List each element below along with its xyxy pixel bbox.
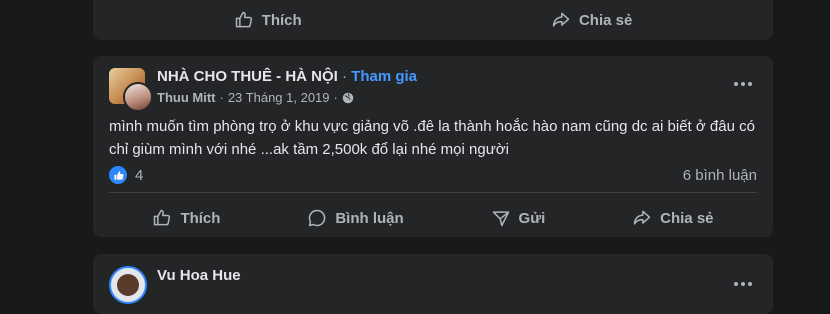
like-button[interactable]: Thích <box>222 2 314 38</box>
group-name-link[interactable]: NHÀ CHO THUÊ - HÀ NỘI <box>157 68 338 85</box>
author-name-link[interactable]: Thuu Mitt <box>157 90 215 105</box>
like-icon <box>235 11 252 28</box>
next-post-card: Vu Hoa Hue <box>93 254 773 314</box>
more-dot <box>748 82 752 86</box>
next-author-avatar[interactable] <box>109 266 147 304</box>
like-reaction-icon <box>109 166 127 184</box>
post-meta: Thuu Mitt · 23 Tháng 1, 2019 · <box>157 90 354 105</box>
send-icon <box>492 211 509 227</box>
post-body-text: mình muốn tìm phòng trọ ở khu vực giảng … <box>109 118 755 158</box>
like-button[interactable]: Thích <box>140 200 232 236</box>
more-dot <box>734 82 738 86</box>
meta-separator: · <box>219 90 224 105</box>
share-button[interactable]: Chia sẻ <box>620 200 725 236</box>
more-dot <box>741 82 745 86</box>
share-label: Chia sẻ <box>578 11 633 29</box>
meta-separator-2: · <box>333 90 338 105</box>
action-divider <box>109 192 757 193</box>
share-button[interactable]: Chia sẻ <box>539 2 644 38</box>
share-icon <box>633 210 651 225</box>
previous-post-actions: Thích Chia sẻ <box>109 2 757 38</box>
post-options-button[interactable] <box>731 74 755 94</box>
next-post-options-button[interactable] <box>731 274 755 294</box>
post-actions: Thích Bình luận Gửi Chia sẻ <box>109 200 757 236</box>
comment-button[interactable]: Bình luận <box>295 200 415 236</box>
globe-icon <box>342 92 354 103</box>
join-group-link[interactable]: Tham gia <box>351 68 417 85</box>
reaction-count: 4 <box>135 166 144 184</box>
previous-post-card: Thích Chia sẻ <box>93 0 773 40</box>
comment-icon <box>309 209 326 227</box>
avatar-photo <box>117 274 139 296</box>
comment-label: Bình luận <box>335 209 404 227</box>
comments-count-link[interactable]: 6 bình luận <box>683 167 757 184</box>
send-button[interactable]: Gửi <box>479 200 558 236</box>
author-avatar[interactable] <box>123 82 153 112</box>
header-separator: · <box>342 68 347 85</box>
next-author-name-link[interactable]: Vu Hoa Hue <box>157 267 241 284</box>
share-label: Chia sẻ <box>660 209 714 227</box>
post-header-title: NHÀ CHO THUÊ - HÀ NỘI · Tham gia <box>157 68 417 85</box>
reaction-summary[interactable]: 4 <box>109 166 143 184</box>
send-label: Gửi <box>518 209 546 227</box>
post-date-link[interactable]: 23 Tháng 1, 2019 <box>228 90 330 105</box>
like-label: Thích <box>261 11 302 29</box>
like-label: Thích <box>180 209 221 227</box>
post-card: NHÀ CHO THUÊ - HÀ NỘI · Tham gia Thuu Mi… <box>93 56 773 237</box>
share-icon <box>552 12 570 27</box>
like-icon <box>154 209 171 226</box>
